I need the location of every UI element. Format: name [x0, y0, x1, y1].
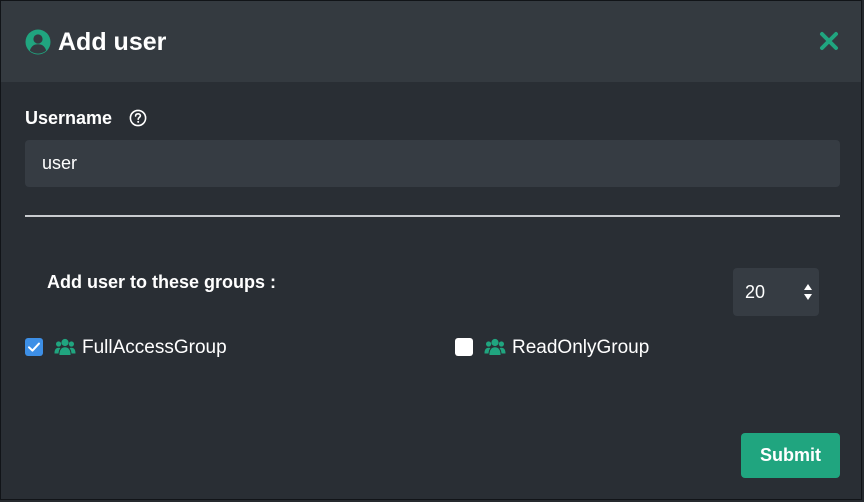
submit-button[interactable]: Submit: [741, 433, 840, 478]
modal-header: Add user: [1, 1, 861, 82]
group-checkbox-readonly[interactable]: [455, 338, 473, 356]
username-label: Username: [25, 108, 113, 128]
groups-label: Add user to these groups :: [47, 272, 277, 292]
section-divider: [25, 215, 840, 217]
group-name-fullaccess: FullAccessGroup: [82, 337, 227, 358]
page-size-select[interactable]: 20: [733, 268, 819, 316]
close-icon[interactable]: [819, 31, 839, 51]
users-icon: [484, 338, 506, 355]
checkmark-icon: [28, 342, 40, 352]
group-name-readonly: ReadOnlyGroup: [512, 337, 650, 358]
user-circle-icon: [25, 29, 51, 55]
sort-updown-icon[interactable]: [803, 283, 813, 301]
users-icon: [54, 338, 76, 355]
group-item-fullaccess[interactable]: FullAccessGroup: [25, 335, 255, 361]
username-input[interactable]: [25, 140, 840, 187]
modal-title: Add user: [58, 28, 167, 56]
add-user-modal: Add user Username Add user to these grou…: [0, 0, 862, 500]
question-circle-icon[interactable]: [129, 109, 147, 127]
page-size-value: 20: [745, 282, 766, 302]
group-checkbox-fullaccess[interactable]: [25, 338, 43, 356]
group-item-readonly[interactable]: ReadOnlyGroup: [455, 335, 675, 361]
